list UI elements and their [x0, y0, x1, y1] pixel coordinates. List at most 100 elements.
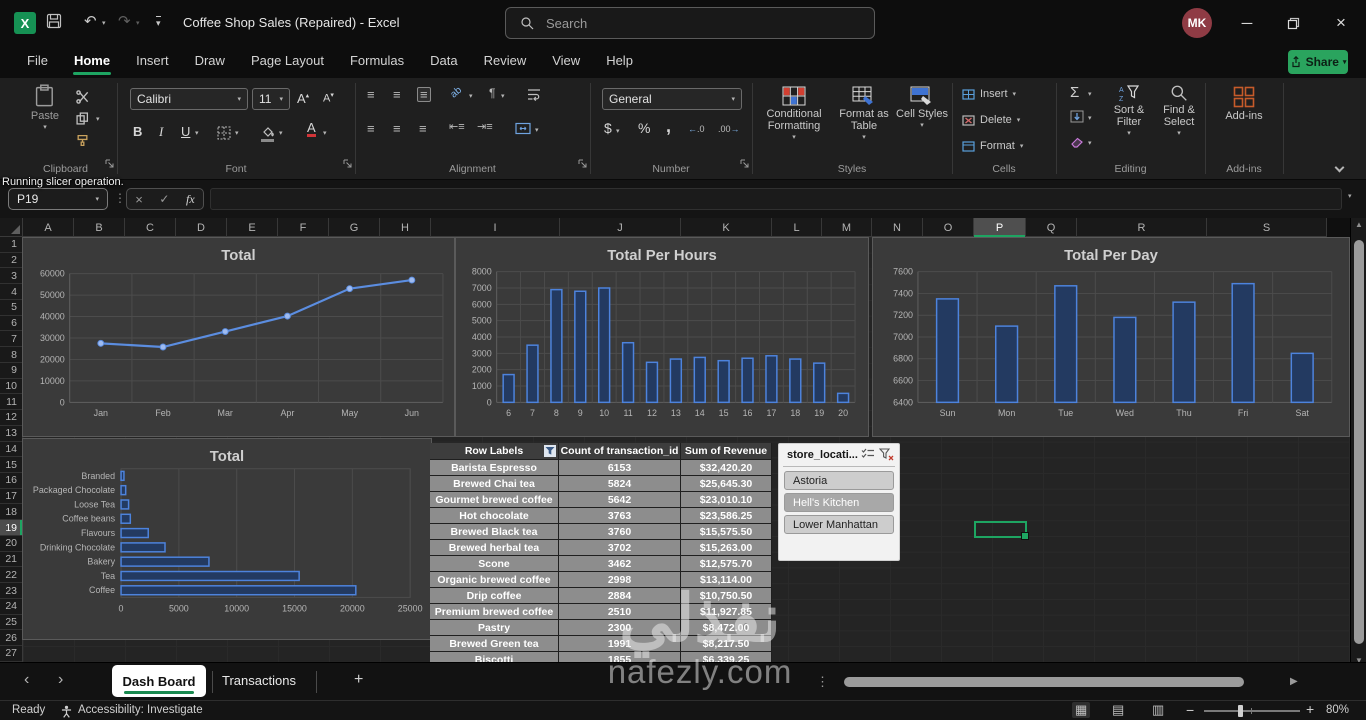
align-left-icon[interactable]: ≡ [367, 122, 375, 135]
format-as-table-button[interactable]: Format as Table ▾ [834, 86, 894, 141]
page-break-view-icon[interactable]: ▥ [1152, 702, 1164, 718]
font-dialog-launcher-icon[interactable] [343, 155, 352, 173]
clear-filter-icon[interactable] [879, 448, 894, 461]
italic-button[interactable]: I [159, 124, 163, 140]
sheet-tab-transactions[interactable]: Transactions [222, 673, 296, 688]
row-header-23[interactable]: 23 [0, 583, 22, 599]
column-header-H[interactable]: H [380, 218, 431, 237]
row-header-18[interactable]: 18 [0, 504, 22, 520]
enter-icon[interactable]: ✓ [159, 192, 169, 206]
row-header-5[interactable]: 5 [0, 300, 22, 316]
sort-filter-button[interactable]: AZ Sort & Filter ▾ [1104, 84, 1154, 137]
copy-icon[interactable] [76, 112, 89, 125]
row-header-2[interactable]: 2 [0, 253, 22, 269]
column-header-C[interactable]: C [125, 218, 176, 237]
font-size-select[interactable]: 11▾ [252, 88, 290, 110]
expand-formula-bar-icon[interactable]: ▾ [1348, 193, 1352, 200]
pivot-header-2[interactable]: Sum of Revenue [681, 443, 772, 460]
merge-center-dropdown-icon[interactable]: ▾ [535, 127, 539, 134]
format-cells-button[interactable]: Format▾ [962, 140, 1023, 152]
insert-cells-button[interactable]: Insert▾ [962, 88, 1016, 100]
column-header-R[interactable]: R [1077, 218, 1207, 237]
increase-indent-icon[interactable]: ⇥≡ [477, 122, 493, 133]
column-header-I[interactable]: I [431, 218, 560, 237]
ribbon-tab-home[interactable]: Home [61, 46, 123, 76]
row-header-6[interactable]: 6 [0, 316, 22, 332]
delete-cells-button[interactable]: Delete▾ [962, 114, 1020, 126]
row-header-14[interactable]: 14 [0, 442, 22, 458]
prev-sheet-icon[interactable]: ‹ [24, 671, 29, 689]
fill-icon[interactable] [1070, 110, 1084, 123]
number-format-select[interactable]: General▾ [602, 88, 742, 110]
pivot-header-0[interactable]: Row Labels [430, 443, 559, 460]
row-header-13[interactable]: 13 [0, 426, 22, 442]
close-button[interactable]: × [1316, 0, 1366, 46]
zoom-out-icon[interactable]: − [1186, 702, 1194, 718]
chart-total-per-day[interactable]: Total Per Day640066006800700072007400760… [872, 237, 1350, 437]
borders-dropdown-icon[interactable]: ▾ [235, 130, 239, 137]
autosum-icon[interactable]: Σ [1070, 84, 1079, 101]
scrollbar-splitter[interactable]: ⋮ [816, 674, 829, 690]
ribbon-tab-file[interactable]: File [14, 46, 61, 76]
pivot-filter-icon[interactable] [544, 445, 556, 457]
column-header-E[interactable]: E [227, 218, 278, 237]
font-color-dropdown-icon[interactable]: ▾ [323, 130, 327, 137]
page-layout-view-icon[interactable]: ▤ [1112, 702, 1124, 718]
accessibility-status[interactable]: Accessibility: Investigate [78, 704, 203, 716]
collapse-ribbon-icon[interactable] [1336, 158, 1343, 176]
text-direction-icon[interactable]: ¶ [489, 87, 495, 99]
ribbon-tab-insert[interactable]: Insert [123, 46, 182, 76]
column-header-D[interactable]: D [176, 218, 227, 237]
formula-bar-splitter[interactable]: ⋮ [114, 191, 126, 205]
vertical-scrollbar-thumb[interactable] [1354, 240, 1364, 644]
chart-total-by-product[interactable]: Total0500010000150002000025000BrandedPac… [22, 438, 432, 640]
copy-dropdown-icon[interactable]: ▾ [96, 116, 100, 123]
clipboard-dialog-launcher-icon[interactable] [105, 155, 114, 173]
row-header-26[interactable]: 26 [0, 630, 22, 646]
new-sheet-button[interactable]: + [354, 671, 363, 689]
row-header-25[interactable]: 25 [0, 615, 22, 631]
column-header-A[interactable]: A [23, 218, 74, 237]
middle-align-icon[interactable]: ≡ [393, 88, 401, 101]
font-color-icon[interactable]: A [307, 122, 316, 137]
formula-input[interactable] [210, 188, 1342, 210]
row-header-27[interactable]: 27 [0, 646, 22, 662]
chart-total-per-hours[interactable]: Total Per Hours0100020003000400050006000… [455, 237, 869, 437]
text-direction-dropdown-icon[interactable]: ▾ [501, 93, 505, 100]
restore-button[interactable] [1270, 0, 1316, 46]
chart-total-monthly[interactable]: Total0100002000030000400005000060000JanF… [22, 237, 455, 437]
row-header-8[interactable]: 8 [0, 347, 22, 363]
sheet-tab-dash-board[interactable]: Dash Board [112, 665, 206, 697]
row-header-7[interactable]: 7 [0, 331, 22, 347]
quick-access-toolbar-icon[interactable]: ▾ [156, 16, 161, 29]
zoom-in-icon[interactable]: + [1306, 701, 1314, 717]
ribbon-tab-view[interactable]: View [539, 46, 593, 76]
decrease-indent-icon[interactable]: ⇤≡ [449, 122, 465, 133]
scroll-up-icon[interactable]: ▲ [1355, 220, 1363, 229]
orientation-icon[interactable]: ab [449, 86, 464, 101]
underline-dropdown-icon[interactable]: ▾ [195, 130, 199, 137]
column-header-G[interactable]: G [329, 218, 380, 237]
top-align-icon[interactable]: ≡ [367, 88, 375, 101]
undo-dropdown-icon[interactable]: ▾ [102, 20, 106, 27]
share-button[interactable]: Share ▾ [1288, 50, 1348, 74]
row-header-21[interactable]: 21 [0, 552, 22, 568]
paste-button[interactable]: Paste ▾ [22, 84, 68, 131]
row-header-16[interactable]: 16 [0, 473, 22, 489]
row-header-9[interactable]: 9 [0, 363, 22, 379]
multi-select-icon[interactable] [861, 448, 875, 460]
decrease-font-size-button[interactable]: A▾ [323, 91, 334, 105]
number-dialog-launcher-icon[interactable] [740, 155, 749, 173]
save-icon[interactable] [46, 13, 62, 33]
column-header-K[interactable]: K [681, 218, 772, 237]
underline-button[interactable]: U [181, 124, 190, 139]
conditional-formatting-button[interactable]: Conditional Formatting ▾ [758, 86, 830, 141]
bottom-align-icon[interactable]: ≡ [417, 87, 431, 102]
row-header-22[interactable]: 22 [0, 567, 22, 583]
insert-function-icon[interactable]: fx [186, 192, 195, 207]
cancel-icon[interactable]: × [135, 192, 143, 207]
cut-icon[interactable] [76, 90, 90, 104]
zoom-slider-thumb[interactable] [1238, 705, 1243, 717]
row-header-3[interactable]: 3 [0, 268, 22, 284]
zoom-slider[interactable] [1204, 710, 1300, 712]
